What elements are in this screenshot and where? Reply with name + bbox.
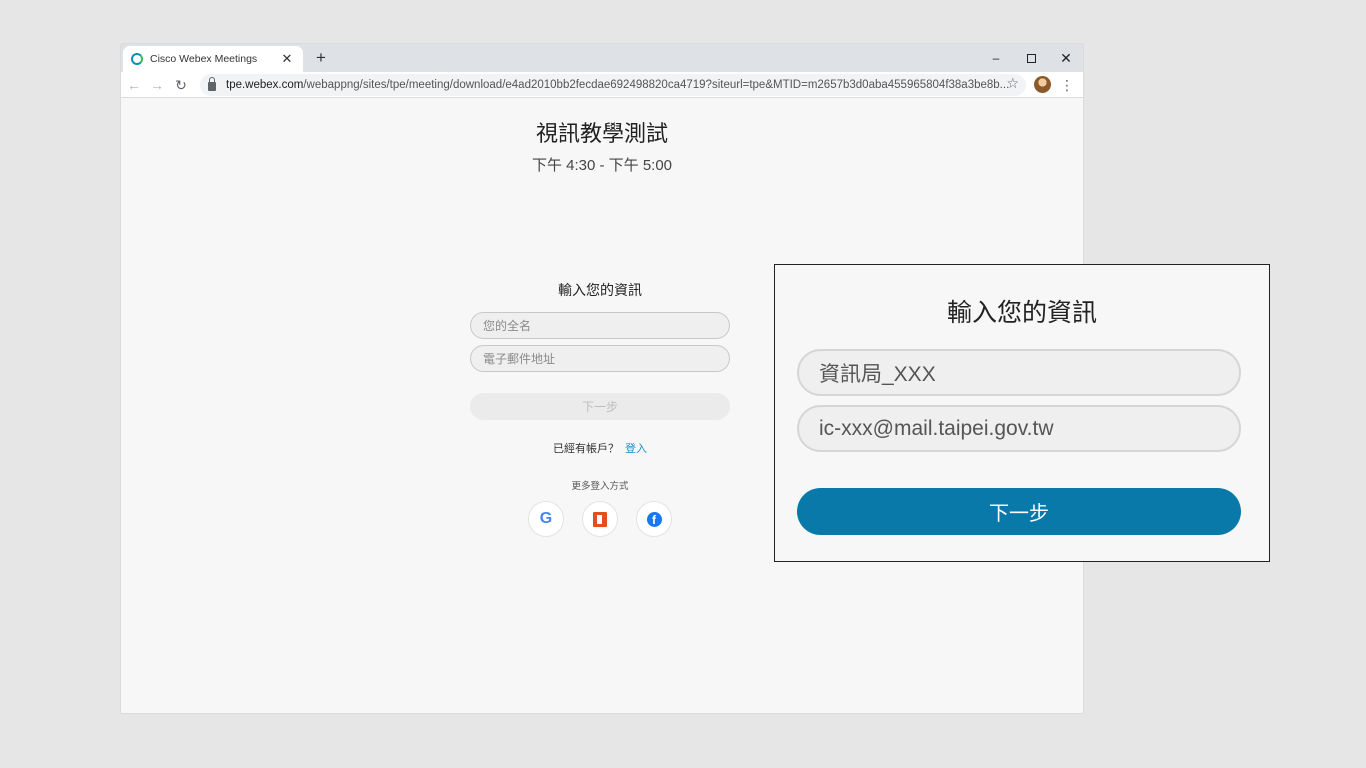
more-login-label: 更多登入方式 — [571, 481, 629, 492]
url-host: tpe.webex.com — [226, 79, 304, 91]
profile-avatar[interactable] — [1034, 76, 1051, 93]
url-path: /webappng/sites/tpe/meeting/download/e4a… — [303, 79, 1010, 91]
tab-bar: Cisco Webex Meetings ✕ + – ✕ — [121, 44, 1083, 72]
google-icon: G — [539, 510, 553, 527]
office-icon — [593, 511, 607, 527]
callout-heading: 輸入您的資訊 — [946, 299, 1097, 327]
bookmark-star-icon[interactable]: ☆ — [1006, 75, 1019, 92]
meeting-title: 視訊教學測試 — [535, 121, 668, 146]
browser-tab[interactable]: Cisco Webex Meetings ✕ — [123, 46, 303, 72]
email-input[interactable] — [470, 345, 730, 372]
zoomed-form-callout: 輸入您的資訊 資訊局_XXX ic-xxx@mail.taipei.gov.tw… — [774, 264, 1270, 562]
next-button-disabled[interactable]: 下一步 — [470, 393, 730, 420]
full-name-input[interactable] — [470, 312, 730, 339]
forward-arrow-icon[interactable]: → — [147, 75, 167, 95]
browser-toolbar: ← → ↻ tpe.webex.com/webappng/sites/tpe/m… — [121, 72, 1083, 98]
maximize-button[interactable] — [1014, 44, 1048, 72]
back-arrow-icon[interactable]: ← — [124, 75, 144, 95]
minimize-button[interactable]: – — [979, 44, 1013, 72]
new-tab-button[interactable]: + — [311, 48, 331, 68]
webex-favicon-icon — [131, 53, 143, 65]
facebook-icon: f — [646, 511, 662, 527]
have-account-text: 已經有帳戶？ — [553, 443, 619, 455]
signin-link[interactable]: 登入 — [625, 443, 647, 455]
callout-name-field[interactable]: 資訊局_XXX — [797, 349, 1241, 396]
address-bar[interactable]: tpe.webex.com/webappng/sites/tpe/meeting… — [200, 74, 1026, 96]
lock-icon — [208, 77, 216, 91]
office-login-button[interactable] — [582, 501, 618, 537]
callout-email-field[interactable]: ic-xxx@mail.taipei.gov.tw — [797, 405, 1241, 452]
form-heading: 輸入您的資訊 — [558, 282, 642, 298]
tab-title: Cisco Webex Meetings — [150, 53, 258, 65]
reload-icon[interactable]: ↻ — [171, 75, 191, 95]
meeting-time: 下午 4:30 - 下午 5:00 — [531, 157, 673, 174]
window-close-button[interactable]: ✕ — [1049, 44, 1083, 72]
google-login-button[interactable]: G — [528, 501, 564, 537]
browser-menu-icon[interactable]: ⋮ — [1059, 75, 1075, 95]
tab-close-icon[interactable]: ✕ — [279, 51, 295, 67]
callout-next-button[interactable]: 下一步 — [797, 488, 1241, 535]
maximize-icon — [1026, 53, 1036, 63]
have-account-line: 已經有帳戶？ 登入 — [470, 440, 730, 456]
url-text: tpe.webex.com/webappng/sites/tpe/meeting… — [226, 79, 1018, 91]
facebook-login-button[interactable]: f — [636, 501, 672, 537]
